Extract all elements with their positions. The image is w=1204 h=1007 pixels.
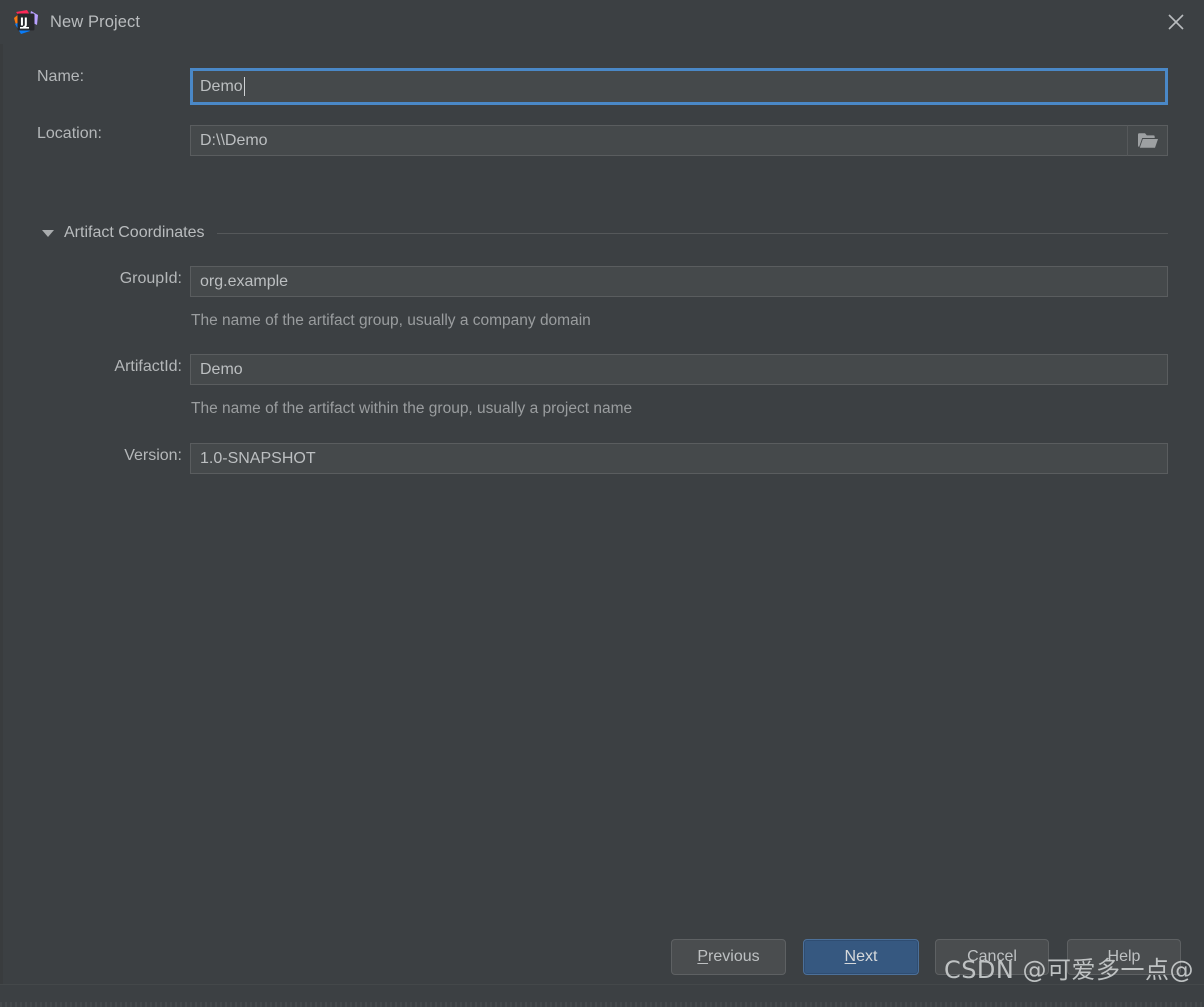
name-input-value: Demo [200, 77, 243, 95]
previous-button-mnemonic: P [697, 948, 709, 965]
location-input[interactable]: D:\\Demo [190, 125, 1127, 156]
text-caret [243, 77, 245, 96]
svg-text:IJ: IJ [20, 17, 28, 29]
location-label: Location: [37, 125, 102, 142]
new-project-dialog: IJ New Project Name: Demo Location: D:\\… [0, 0, 1204, 1007]
name-label: Name: [37, 68, 85, 85]
help-button-label: Help [1107, 948, 1141, 965]
artifactid-row: ArtifactId: [32, 358, 182, 376]
previous-button-label: revious [708, 948, 760, 965]
version-input[interactable]: 1.0-SNAPSHOT [190, 443, 1168, 474]
next-button-label: ext [856, 948, 878, 965]
version-input-value: 1.0-SNAPSHOT [200, 449, 316, 467]
cancel-button[interactable]: Cancel [935, 939, 1049, 975]
bottom-strip [0, 984, 1204, 1007]
version-row: Version: [32, 447, 182, 465]
groupid-label: GroupId: [119, 270, 182, 287]
artifactid-input[interactable]: Demo [190, 354, 1168, 385]
next-button-mnemonic: N [844, 948, 857, 965]
artifactid-input-value: Demo [200, 360, 243, 378]
groupid-input[interactable]: org.example [190, 266, 1168, 297]
previous-button[interactable]: Previous [671, 939, 786, 975]
section-divider [216, 232, 1168, 234]
triangle-down-icon[interactable] [42, 229, 54, 237]
groupid-row: GroupId: [32, 270, 182, 288]
next-button[interactable]: Next [803, 939, 919, 975]
dialog-title: New Project [50, 12, 141, 31]
name-row: Name: [37, 68, 187, 86]
version-label: Version: [124, 447, 182, 464]
dialog-footer: Previous Next Cancel Help [0, 923, 1204, 985]
intellij-idea-logo-icon: IJ [13, 9, 39, 35]
location-row: Location: [37, 125, 187, 143]
location-input-value: D:\\Demo [200, 131, 268, 149]
bottom-dither [0, 1002, 1204, 1007]
help-button[interactable]: Help [1067, 939, 1181, 975]
groupid-hint: The name of the artifact group, usually … [191, 312, 591, 329]
dialog-titlebar: IJ New Project [0, 0, 1204, 44]
location-field-group: D:\\Demo [190, 125, 1168, 156]
artifact-coordinates-section-header[interactable]: Artifact Coordinates [42, 224, 1168, 242]
name-input[interactable]: Demo [190, 68, 1168, 105]
folder-open-icon[interactable] [1127, 125, 1168, 156]
artifactid-label: ArtifactId: [114, 358, 182, 375]
artifactid-hint: The name of the artifact within the grou… [191, 400, 633, 417]
artifact-coordinates-title: Artifact Coordinates [64, 224, 205, 241]
close-icon[interactable] [1148, 0, 1204, 44]
dialog-content: Name: Demo Location: D:\\Demo Artifact C… [0, 44, 1204, 1007]
cancel-button-label: Cancel [967, 948, 1017, 965]
groupid-input-value: org.example [200, 272, 289, 290]
